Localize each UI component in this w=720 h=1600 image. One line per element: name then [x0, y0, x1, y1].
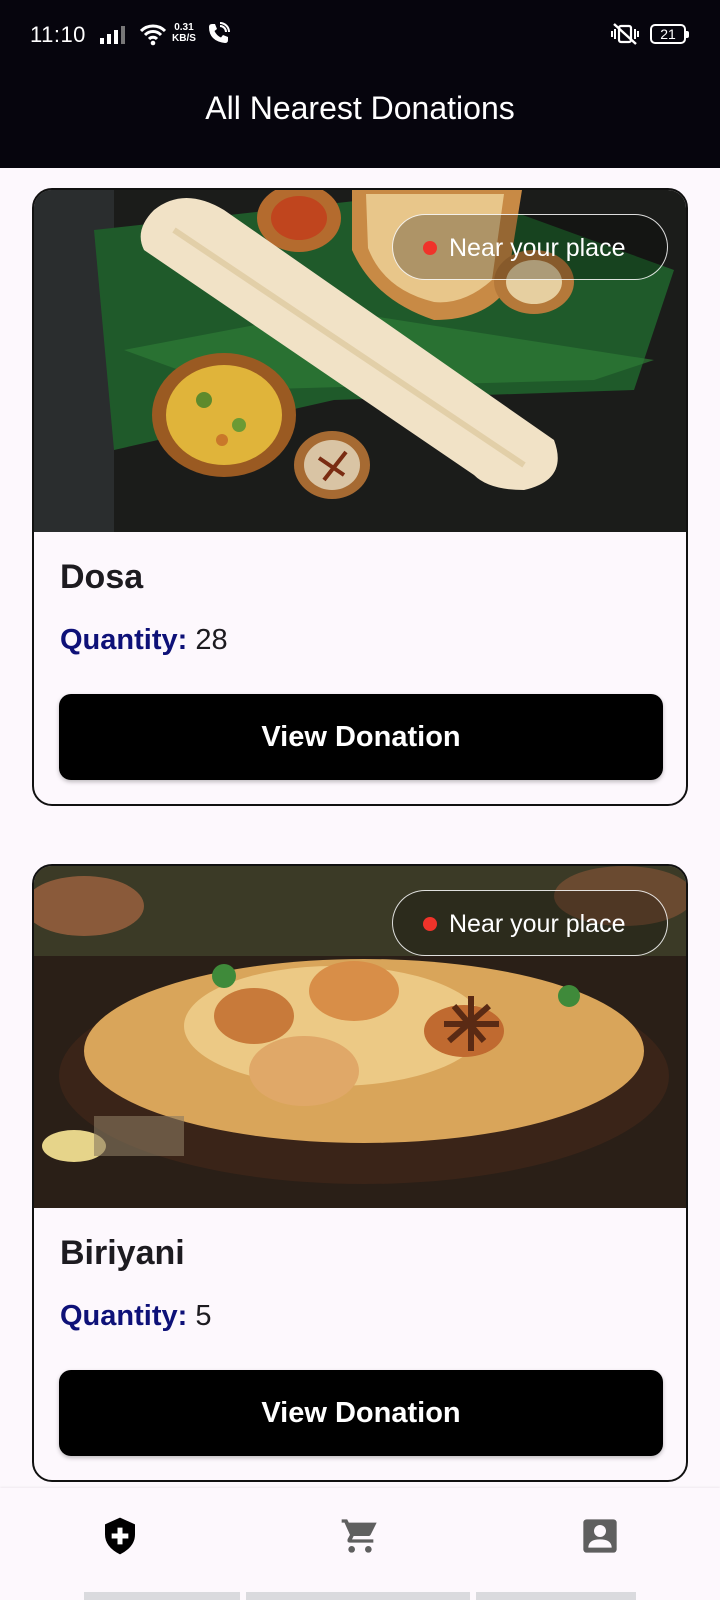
- status-bar: 11:10 0.31 KB/S 21: [0, 0, 720, 64]
- page-title: All Nearest Donations: [205, 90, 515, 126]
- quantity-label: Quantity:: [60, 624, 188, 656]
- battery-icon: 21: [650, 24, 689, 44]
- nav-item-donations[interactable]: [0, 1488, 240, 1584]
- near-badge: Near your place: [392, 890, 668, 956]
- donation-name: Dosa: [60, 558, 144, 596]
- donation-name: Biriyani: [60, 1234, 185, 1272]
- call-icon: [206, 22, 230, 51]
- view-donation-button[interactable]: View Donation: [59, 1370, 663, 1456]
- network-speed-value: 0.31: [174, 22, 194, 33]
- network-speed-unit: KB/S: [172, 33, 196, 44]
- view-donation-button[interactable]: View Donation: [59, 694, 663, 780]
- status-dot: [423, 917, 437, 931]
- quantity-value: 28: [195, 624, 228, 656]
- quantity-value: 5: [195, 1300, 212, 1332]
- wifi-icon: [139, 24, 167, 51]
- near-badge-label: Near your place: [449, 910, 626, 938]
- network-speed: 0.31 KB/S: [172, 22, 196, 44]
- shield-plus-icon: [105, 1517, 135, 1555]
- bottom-nav: [0, 1488, 720, 1600]
- profile-icon: [583, 1519, 617, 1553]
- signal-icon: [100, 26, 128, 49]
- status-time: 11:10: [30, 22, 86, 47]
- app-bar: All Nearest Donations: [0, 64, 720, 168]
- near-badge-label: Near your place: [449, 234, 626, 262]
- near-badge: Near your place: [392, 214, 668, 280]
- tab-indicators: [0, 1592, 720, 1600]
- quantity-row: Quantity: 28: [60, 624, 228, 657]
- donation-card: Near your place Dosa Quantity: 28 View D…: [32, 188, 688, 806]
- donation-image-biriyani: Near your place: [34, 866, 686, 1208]
- quantity-row: Quantity: 5: [60, 1300, 211, 1333]
- nav-item-cart[interactable]: [240, 1488, 480, 1584]
- cart-icon: [341, 1519, 377, 1553]
- vibrate-mute-icon: [611, 23, 639, 50]
- status-dot: [423, 241, 437, 255]
- donation-image-dosa: Near your place: [34, 190, 686, 532]
- donation-card: Near your place Biriyani Quantity: 5 Vie…: [32, 864, 688, 1482]
- nav-item-profile[interactable]: [480, 1488, 720, 1584]
- quantity-label: Quantity:: [60, 1300, 188, 1332]
